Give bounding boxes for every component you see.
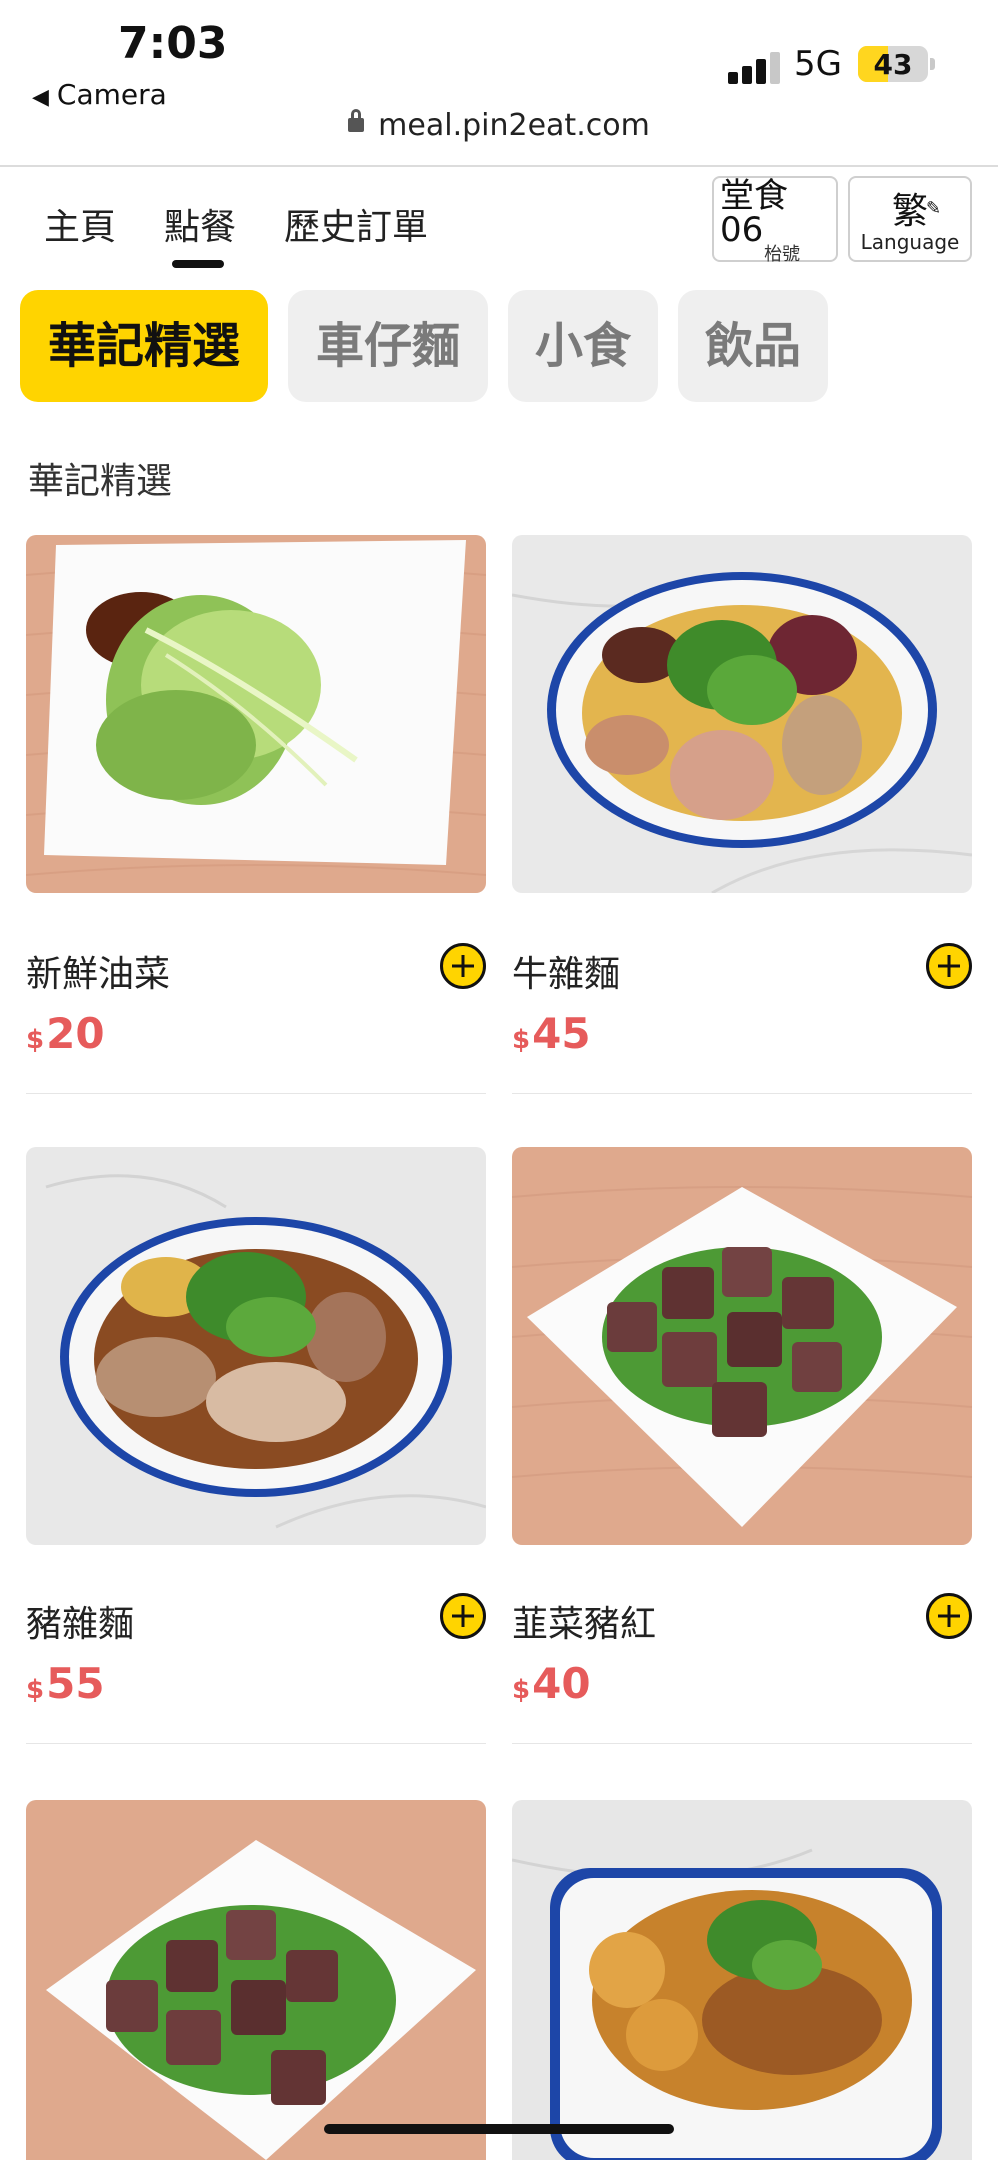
price-value: 45 xyxy=(532,1009,591,1058)
currency-symbol: $ xyxy=(26,1675,45,1705)
table-number-box: 堂食 06 枱號 xyxy=(712,176,838,265)
product-name: 新鮮油菜 xyxy=(26,954,171,995)
language-label: Language xyxy=(860,230,960,254)
divider xyxy=(26,1743,486,1744)
product-price: $45 xyxy=(512,1009,591,1058)
dining-mode: 堂食 xyxy=(720,176,788,216)
currency-symbol: $ xyxy=(512,1675,531,1705)
product-price: $40 xyxy=(512,1659,591,1708)
price-value: 20 xyxy=(46,1009,105,1058)
category-chip-snacks[interactable]: 小食 xyxy=(508,290,658,402)
network-type: 5G xyxy=(794,44,842,84)
url-text: meal.pin2eat.com xyxy=(378,108,650,143)
battery-cap xyxy=(930,58,935,70)
back-arrow-icon: ◀ xyxy=(32,85,49,110)
battery-level: 43 xyxy=(873,48,913,81)
clock: 7:03 xyxy=(118,18,228,69)
price-value: 40 xyxy=(532,1659,591,1708)
tab-home[interactable]: 主頁 xyxy=(44,198,116,250)
product-image-beef-offal-noodles[interactable] xyxy=(512,535,972,893)
signal-icon xyxy=(728,50,782,84)
current-language: 繁 xyxy=(891,191,928,232)
address-bar[interactable]: meal.pin2eat.com xyxy=(0,108,998,143)
product-name: 豬雜麵 xyxy=(26,1604,135,1645)
add-to-cart-button[interactable] xyxy=(926,943,972,989)
top-nav: 主頁 點餐 歷史訂單 堂食 06 枱號 繁 ✎ Language xyxy=(0,168,998,278)
back-app-label: Camera xyxy=(56,78,167,111)
divider xyxy=(26,1093,486,1094)
product-name: 牛雜麵 xyxy=(512,954,621,995)
product-image-pork-offal-noodles[interactable] xyxy=(26,1147,486,1545)
product-price: $20 xyxy=(26,1009,105,1058)
active-tab-indicator xyxy=(172,260,224,268)
table-number-label: 枱號 xyxy=(764,244,800,265)
add-to-cart-button[interactable] xyxy=(440,1593,486,1639)
tab-order-history[interactable]: 歷史訂單 xyxy=(284,198,428,250)
price-value: 55 xyxy=(46,1659,105,1708)
language-button[interactable]: 繁 ✎ Language xyxy=(848,176,972,262)
table-number: 06 xyxy=(720,210,764,250)
product-image-pig-blood-chives[interactable] xyxy=(512,1147,972,1545)
category-chip-drinks[interactable]: 飲品 xyxy=(678,290,828,402)
add-to-cart-button[interactable] xyxy=(926,1593,972,1639)
product-image-pig-blood[interactable] xyxy=(26,1800,486,2160)
category-chip-cart-noodles[interactable]: 車仔麵 xyxy=(288,290,488,402)
category-chip-featured[interactable]: 華記精選 xyxy=(20,290,268,402)
currency-symbol: $ xyxy=(512,1025,531,1055)
section-title: 華記精選 xyxy=(28,461,173,502)
product-image-curry-offal[interactable] xyxy=(512,1800,972,2160)
lock-icon xyxy=(348,108,365,132)
add-to-cart-button[interactable] xyxy=(440,943,486,989)
product-image-lettuce[interactable] xyxy=(26,535,486,893)
pencil-icon: ✎ xyxy=(926,198,942,219)
product-name: 韮菜豬紅 xyxy=(512,1604,657,1645)
divider xyxy=(512,1743,972,1744)
product-price: $55 xyxy=(26,1659,105,1708)
back-to-app-button[interactable]: ◀ Camera xyxy=(32,78,167,111)
tab-order[interactable]: 點餐 xyxy=(164,198,236,250)
status-bar: 7:03 ◀ Camera 5G 43 meal.pin2eat.com xyxy=(0,0,998,167)
home-indicator xyxy=(324,2124,674,2134)
divider xyxy=(512,1093,972,1094)
battery-icon: 43 xyxy=(858,46,928,82)
currency-symbol: $ xyxy=(26,1025,45,1055)
